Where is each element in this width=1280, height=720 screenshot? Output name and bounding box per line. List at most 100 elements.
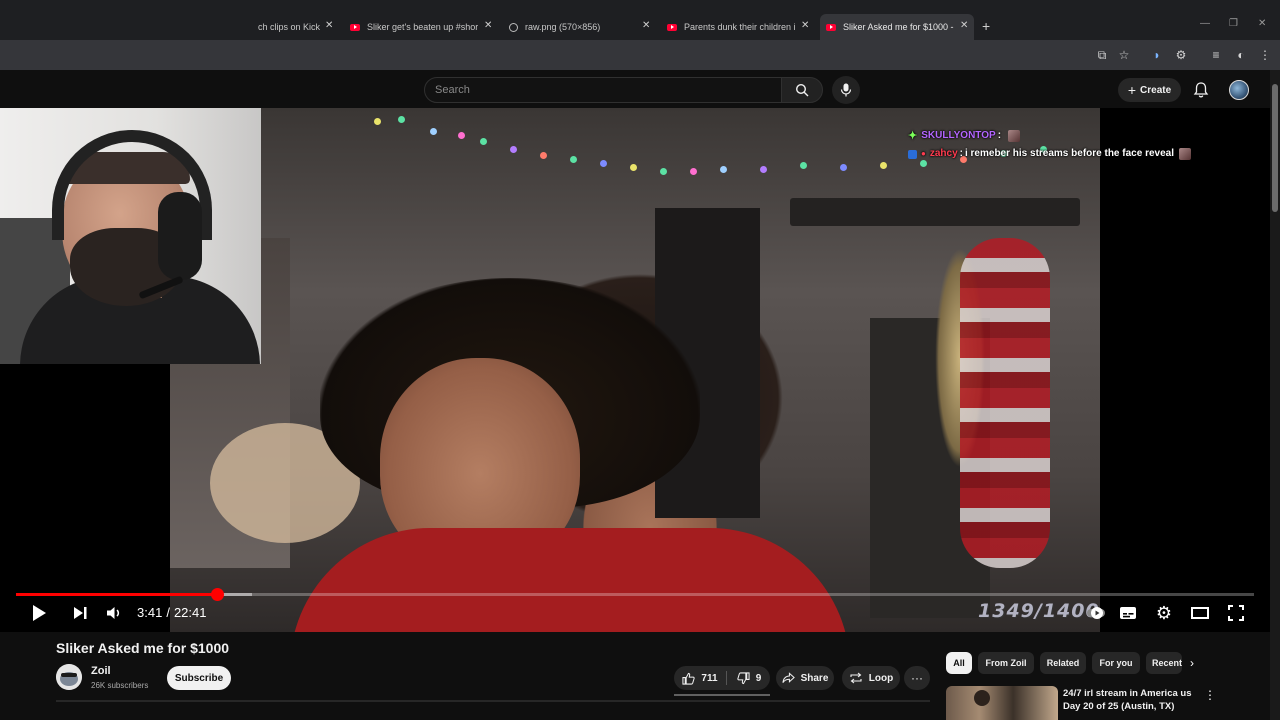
progress-played	[16, 593, 217, 596]
video-background-tinsel	[960, 238, 1050, 568]
search-input[interactable]: Search	[424, 77, 782, 103]
recommended-title[interactable]: 24/7 irl stream in America us Day 20 of …	[1063, 687, 1193, 713]
play-button[interactable]	[28, 602, 50, 624]
audio-extension-icon[interactable]: ◗	[1149, 47, 1165, 63]
captions-button[interactable]	[1117, 602, 1139, 624]
settings-button[interactable]: ⚙	[1153, 602, 1175, 624]
account-avatar[interactable]	[1229, 80, 1249, 100]
skip-next-icon	[74, 607, 87, 619]
theater-icon	[1191, 607, 1209, 619]
webcam-overlay	[0, 108, 261, 364]
current-time: 3:41	[137, 605, 163, 620]
tab-raw-png[interactable]: raw.png (570×856)	[509, 14, 637, 40]
tab-close-icon[interactable]: ✕	[484, 20, 492, 31]
chip-for-you[interactable]: For you	[1092, 652, 1140, 674]
create-label: Create	[1140, 84, 1172, 96]
tab-label: Parents dunk their children in c	[684, 22, 795, 32]
tab-sliker-shorts[interactable]: Sliker get's beaten up #shorts	[350, 14, 478, 40]
chip-from-channel[interactable]: From Zoil	[978, 652, 1034, 674]
thumbnail-person	[974, 690, 990, 706]
chevron-right-icon[interactable]: ›	[1190, 656, 1194, 670]
restore-icon[interactable]: ❐	[1229, 18, 1238, 29]
autoplay-toggle[interactable]	[1086, 602, 1108, 624]
recommended-thumbnail[interactable]	[946, 686, 1058, 720]
next-button[interactable]	[69, 602, 91, 624]
profile-icon[interactable]: ◐	[1233, 47, 1249, 63]
more-actions-button[interactable]: ···	[904, 666, 930, 690]
tab-close-icon[interactable]: ✕	[642, 20, 650, 31]
fullscreen-button[interactable]	[1225, 602, 1247, 624]
loop-label: Loop	[868, 672, 894, 684]
sparkle-badge-icon: ✦	[908, 130, 918, 142]
share-button[interactable]: Share	[776, 666, 834, 690]
tab-close-icon[interactable]: ✕	[801, 20, 809, 31]
create-button[interactable]: + Create	[1118, 78, 1181, 102]
more-vert-icon[interactable]: ⋮	[1204, 688, 1216, 702]
search-button[interactable]	[781, 77, 823, 103]
scrollbar-thumb[interactable]	[1272, 84, 1278, 212]
volume-button[interactable]	[103, 602, 125, 624]
browser-menu-icon[interactable]: ⋮	[1257, 47, 1273, 63]
time-display: 3:41/22:41	[137, 605, 206, 620]
dot-badge-icon: ●	[921, 149, 926, 158]
thumbs-down-icon	[737, 671, 750, 684]
extensions-icon[interactable]: ⚙	[1173, 47, 1189, 63]
video-frame	[170, 108, 1100, 632]
channel-avatar[interactable]	[56, 664, 82, 690]
like-divider	[726, 671, 727, 685]
video-title: Sliker Asked me for $1000	[56, 640, 230, 656]
video-player[interactable]	[0, 108, 1270, 632]
chat-emote-icon	[1008, 130, 1021, 142]
loop-button[interactable]: Loop	[842, 666, 900, 690]
chat-message: i remeber his streams before the face re…	[964, 148, 1174, 159]
like-button[interactable]: 711	[674, 666, 726, 690]
tab-sliker-asked-active[interactable]: Sliker Asked me for $1000 - Yo	[820, 14, 974, 40]
screen: ch clips on Kick ✕ Sliker get's beaten u…	[0, 0, 1280, 720]
chat-username: SKULLYONTOP	[921, 130, 996, 141]
captions-icon	[1120, 607, 1136, 619]
theater-mode-button[interactable]	[1189, 602, 1211, 624]
fullscreen-icon	[1228, 605, 1244, 621]
dislike-button[interactable]: 9	[729, 666, 769, 690]
volume-icon	[107, 607, 120, 619]
chat-username: zahcy	[929, 148, 958, 159]
autoplay-icon	[1087, 607, 1105, 619]
chip-all[interactable]: All	[946, 652, 972, 674]
bookmark-star-icon[interactable]: ☆	[1116, 47, 1132, 63]
bell-icon	[1193, 82, 1209, 98]
youtube-icon	[826, 23, 836, 31]
notifications-button[interactable]	[1192, 81, 1210, 99]
chip-related[interactable]: Related	[1040, 652, 1086, 674]
tab-parents-dunk[interactable]: Parents dunk their children in c	[667, 14, 795, 40]
microphone-icon	[840, 83, 852, 97]
voice-search-button[interactable]	[832, 76, 860, 104]
scrubber-handle[interactable]	[210, 588, 224, 601]
headphones-cup	[158, 192, 202, 280]
new-tab-button[interactable]: +	[982, 18, 990, 34]
chat-emote-icon	[1178, 148, 1191, 160]
window-close-icon[interactable]: ✕	[1258, 18, 1266, 29]
channel-name[interactable]: Zoil	[91, 665, 111, 677]
media-queue-icon[interactable]: ≡	[1208, 47, 1224, 63]
dislike-count: 9	[755, 672, 762, 684]
minimize-icon[interactable]: —	[1200, 18, 1210, 29]
youtube-icon	[667, 23, 677, 31]
search-icon	[795, 83, 809, 97]
like-count: 711	[701, 672, 718, 684]
browser-tab-strip	[0, 0, 1280, 40]
chat-line: ● zahcy : i remeber his streams before t…	[908, 145, 1191, 163]
chat-line: ✦ SKULLYONTOP :	[908, 127, 1191, 145]
description-box-edge	[56, 700, 930, 702]
tab-kick-clips[interactable]: ch clips on Kick	[258, 14, 320, 40]
tab-close-icon[interactable]: ✕	[960, 20, 968, 31]
like-ratio-bar	[674, 694, 770, 696]
subscribe-button[interactable]: Subscribe	[167, 666, 231, 690]
person-shirt	[290, 528, 850, 632]
youtube-icon	[350, 23, 360, 31]
tab-label: raw.png (570×856)	[525, 22, 601, 32]
globe-icon	[509, 22, 518, 32]
chip-recent[interactable]: Recent	[1146, 652, 1182, 674]
tab-close-icon[interactable]: ✕	[325, 20, 333, 31]
time-separator: /	[166, 605, 170, 620]
install-app-icon[interactable]: ⧉	[1094, 47, 1110, 63]
